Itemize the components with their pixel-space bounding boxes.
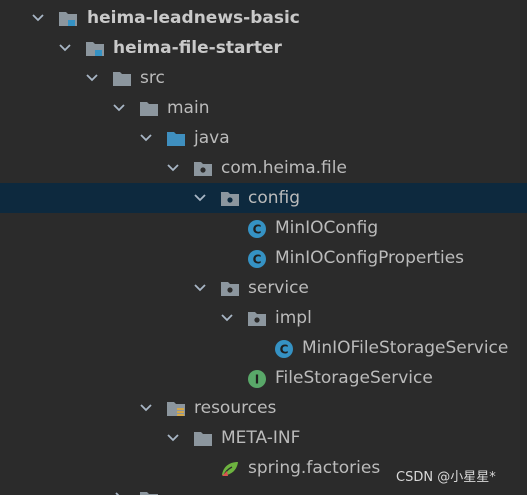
chevron-down-icon[interactable]	[166, 431, 180, 445]
tree-item-label: heima-file-starter	[113, 38, 282, 58]
tree-item-src[interactable]: src	[0, 63, 527, 93]
module-folder-icon	[86, 42, 104, 56]
tree-item-label: MinIOConfigProperties	[275, 248, 465, 268]
interface-icon: I	[248, 370, 266, 388]
class-icon: C	[248, 220, 266, 238]
chevron-down-icon[interactable]	[58, 41, 72, 55]
chevron-down-icon[interactable]	[193, 281, 207, 295]
tree-item-heima-file-starter[interactable]: heima-file-starter	[0, 33, 527, 63]
tree-item-filestorageservice[interactable]: I FileStorageService	[0, 363, 527, 393]
tree-item-meta-inf[interactable]: META-INF	[0, 423, 527, 453]
tree-item-label: resources	[194, 398, 277, 418]
folder-icon	[194, 432, 212, 446]
chevron-down-icon[interactable]	[193, 191, 207, 205]
tree-item-label: MinIOConfig	[275, 218, 379, 238]
chevron-down-icon[interactable]	[220, 311, 234, 325]
tree-item-resources[interactable]: resources	[0, 393, 527, 423]
module-folder-icon	[59, 12, 77, 26]
tree-item-miniofilestorageservice[interactable]: C MinIOFileStorageService	[0, 333, 527, 363]
chevron-right-icon[interactable]	[112, 491, 126, 495]
chevron-down-icon[interactable]	[31, 11, 45, 25]
tree-item-minioconfig[interactable]: C MinIOConfig	[0, 213, 527, 243]
folder-icon	[113, 72, 131, 86]
tree-item-main[interactable]: main	[0, 93, 527, 123]
project-tree: heima-leadnews-basic heima-file-starter …	[0, 0, 527, 495]
tree-item-label: FileStorageService	[275, 368, 433, 388]
tree-item-label: main	[167, 98, 210, 118]
tree-item-label: src	[140, 68, 165, 88]
chevron-down-icon[interactable]	[139, 131, 153, 145]
svg-text:C: C	[280, 343, 289, 357]
folder-icon	[140, 492, 158, 495]
package-icon	[221, 282, 239, 296]
class-icon: C	[275, 340, 293, 358]
tree-item-service[interactable]: service	[0, 273, 527, 303]
svg-text:I: I	[255, 373, 259, 387]
tree-item-label: service	[248, 278, 309, 298]
tree-item-impl[interactable]: impl	[0, 303, 527, 333]
tree-item-label: impl	[275, 308, 312, 328]
tree-item-label: heima-leadnews-basic	[87, 8, 300, 28]
watermark: CSDN @小星星*	[396, 470, 496, 485]
package-icon	[221, 192, 239, 206]
tree-item-heima-leadnews-basic[interactable]: heima-leadnews-basic	[0, 3, 527, 33]
tree-item-java[interactable]: java	[0, 123, 527, 153]
tree-item-config[interactable]: config	[0, 183, 527, 213]
source-folder-icon	[167, 132, 185, 146]
spring-icon	[222, 462, 238, 477]
resources-folder-icon	[167, 402, 185, 416]
chevron-down-icon[interactable]	[166, 161, 180, 175]
tree-item-label: META-INF	[221, 428, 301, 448]
tree-item-label: config	[248, 188, 301, 208]
tree-item-label: java	[194, 128, 230, 148]
package-icon	[194, 162, 212, 176]
folder-icon	[140, 102, 158, 116]
svg-text:C: C	[253, 223, 262, 237]
tree-item-label: com.heima.file	[221, 158, 347, 178]
class-icon: C	[248, 250, 266, 268]
package-icon	[248, 312, 266, 326]
tree-item-label: MinIOFileStorageService	[302, 338, 509, 358]
svg-text:C: C	[253, 253, 262, 267]
chevron-down-icon[interactable]	[85, 71, 99, 85]
tree-item-minioconfigproperties[interactable]: C MinIOConfigProperties	[0, 243, 527, 273]
chevron-down-icon[interactable]	[112, 101, 126, 115]
chevron-down-icon[interactable]	[139, 401, 153, 415]
tree-item-label: spring.factories	[248, 458, 381, 478]
tree-item-com-heima-file[interactable]: com.heima.file	[0, 153, 527, 183]
